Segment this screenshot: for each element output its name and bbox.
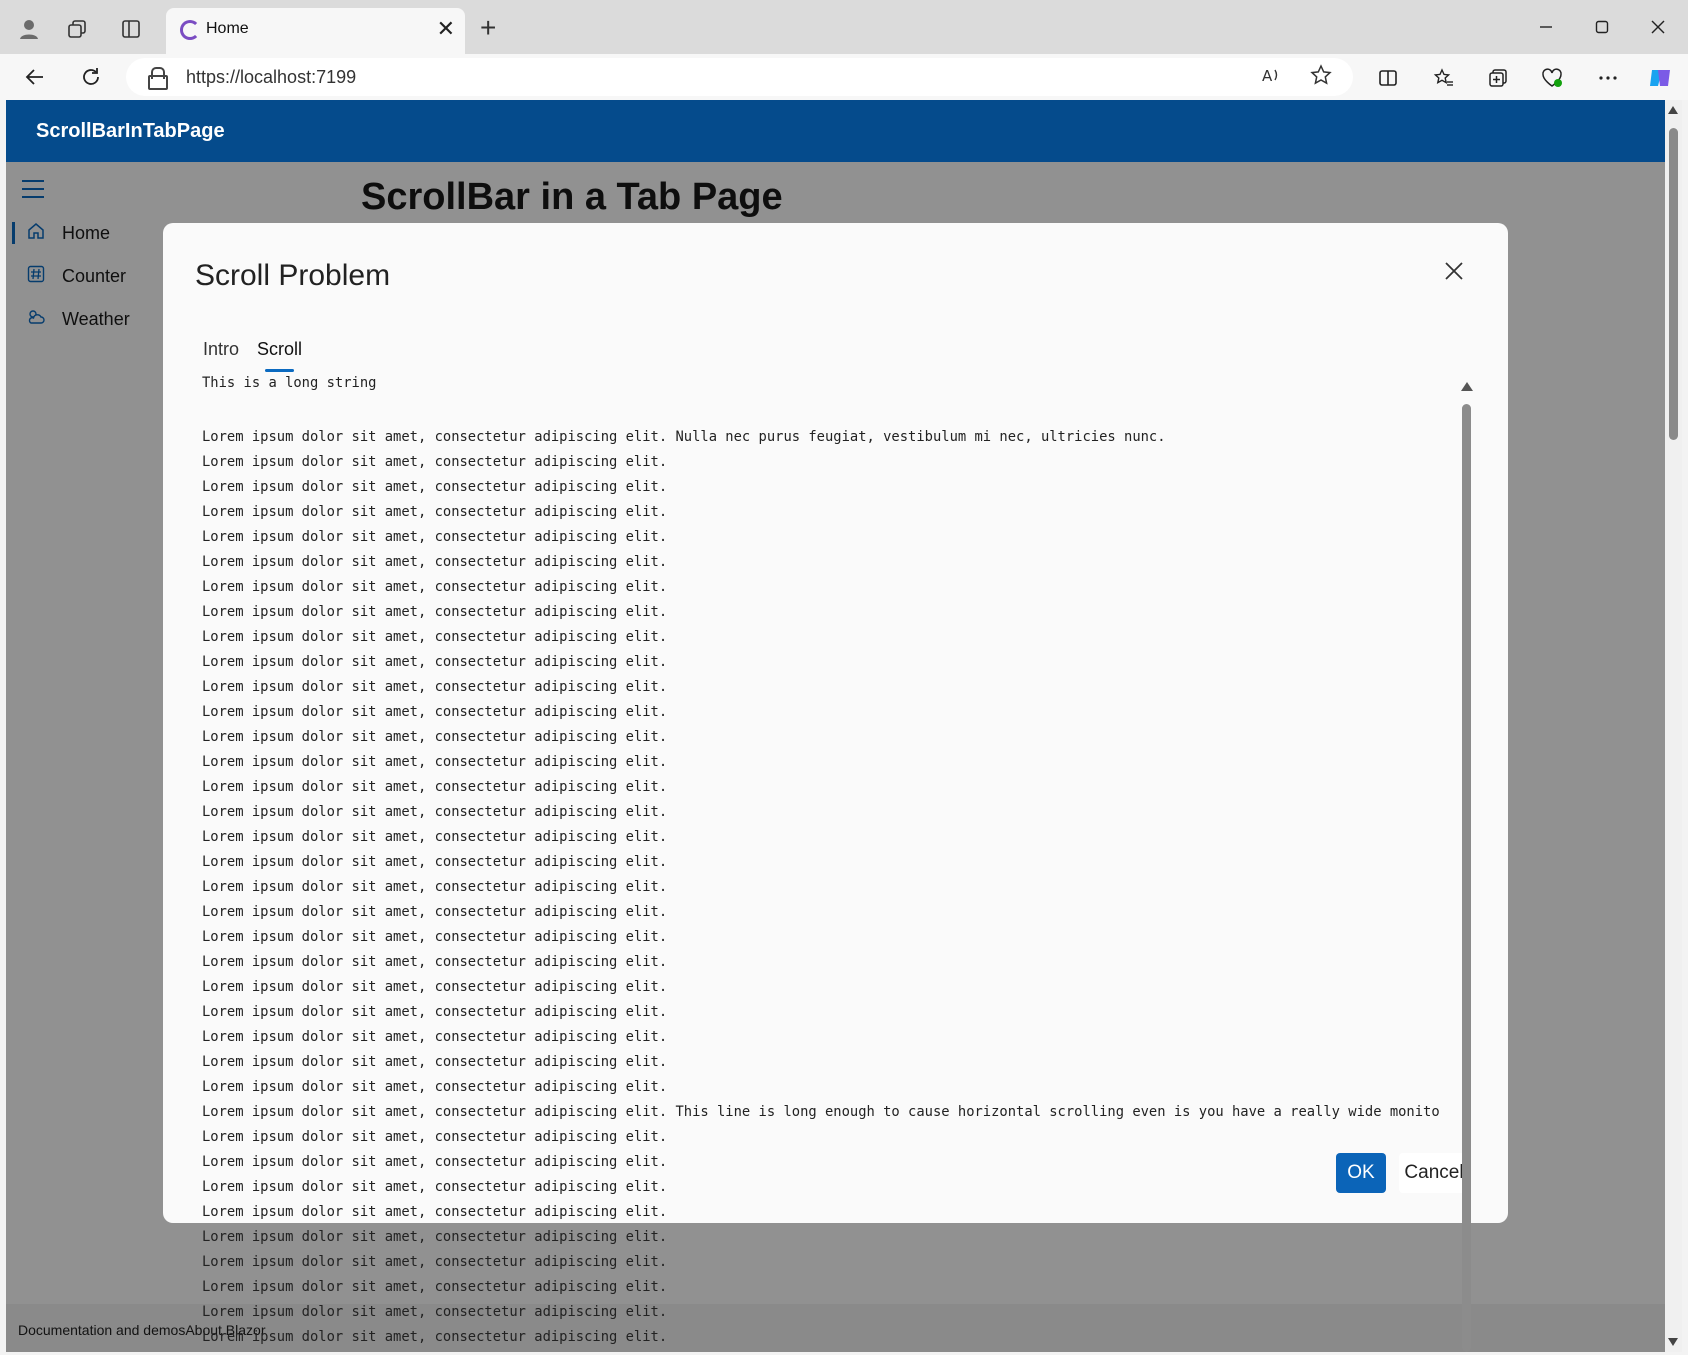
scroll-down-arrow-icon[interactable] bbox=[1668, 1338, 1678, 1346]
content-line: Lorem ipsum dolor sit amet, consectetur … bbox=[202, 429, 1166, 445]
content-line: Lorem ipsum dolor sit amet, consectetur … bbox=[202, 529, 668, 545]
content-line: Lorem ipsum dolor sit amet, consectetur … bbox=[202, 629, 668, 645]
tab-scroll[interactable]: Scroll bbox=[257, 339, 302, 372]
content-line: Lorem ipsum dolor sit amet, consectetur … bbox=[202, 1129, 668, 1145]
content-line: Lorem ipsum dolor sit amet, consectetur … bbox=[202, 1254, 668, 1270]
content-line: Lorem ipsum dolor sit amet, consectetur … bbox=[202, 654, 668, 670]
svg-text:A: A bbox=[1262, 67, 1273, 85]
content-line: Lorem ipsum dolor sit amet, consectetur … bbox=[202, 829, 668, 845]
content-line: Lorem ipsum dolor sit amet, consectetur … bbox=[202, 1054, 668, 1070]
favorites-icon[interactable] bbox=[1428, 62, 1460, 94]
content-line: Lorem ipsum dolor sit amet, consectetur … bbox=[202, 504, 668, 520]
content-line: Lorem ipsum dolor sit amet, consectetur … bbox=[202, 1179, 668, 1195]
page-scrollbar[interactable] bbox=[1665, 100, 1682, 1352]
vertical-tabs-icon[interactable] bbox=[116, 14, 146, 44]
more-options-icon[interactable] bbox=[1592, 62, 1624, 94]
page-scrollbar-thumb[interactable] bbox=[1669, 128, 1678, 440]
window-close-icon[interactable] bbox=[1640, 10, 1676, 44]
content-line: Lorem ipsum dolor sit amet, consectetur … bbox=[202, 954, 668, 970]
content-line: Lorem ipsum dolor sit amet, consectetur … bbox=[202, 854, 668, 870]
blazor-favicon-icon bbox=[180, 20, 200, 40]
content-line: Lorem ipsum dolor sit amet, consectetur … bbox=[202, 1079, 668, 1095]
back-icon[interactable] bbox=[18, 60, 52, 94]
minimize-icon[interactable] bbox=[1528, 10, 1564, 44]
scroll-up-arrow-icon[interactable] bbox=[1668, 106, 1678, 114]
content-line: Lorem ipsum dolor sit amet, consectetur … bbox=[202, 479, 668, 495]
content-line: Lorem ipsum dolor sit amet, consectetur … bbox=[202, 879, 668, 895]
content-line: Lorem ipsum dolor sit amet, consectetur … bbox=[202, 1104, 1440, 1120]
content-line: Lorem ipsum dolor sit amet, consectetur … bbox=[202, 1154, 668, 1170]
content-line: Lorem ipsum dolor sit amet, consectetur … bbox=[202, 1229, 668, 1245]
content-line: Lorem ipsum dolor sit amet, consectetur … bbox=[202, 1204, 668, 1220]
content-line: Lorem ipsum dolor sit amet, consectetur … bbox=[202, 979, 668, 995]
tab-intro[interactable]: Intro bbox=[203, 339, 239, 360]
profile-icon[interactable] bbox=[14, 14, 44, 44]
scroll-up-arrow-icon[interactable] bbox=[1461, 382, 1473, 391]
dialog-title: Scroll Problem bbox=[195, 259, 391, 292]
content-line: Lorem ipsum dolor sit amet, consectetur … bbox=[202, 454, 668, 470]
content-line: Lorem ipsum dolor sit amet, consectetur … bbox=[202, 754, 668, 770]
app-top-bar: ScrollBarInTabPage bbox=[6, 100, 1665, 162]
content-line: Lorem ipsum dolor sit amet, consectetur … bbox=[202, 579, 668, 595]
favorite-star-icon[interactable] bbox=[1310, 64, 1332, 92]
content-intro: This is a long string bbox=[202, 375, 377, 391]
content-line: Lorem ipsum dolor sit amet, consectetur … bbox=[202, 779, 668, 795]
content-scrollbar[interactable] bbox=[1460, 380, 1474, 1352]
maximize-icon[interactable] bbox=[1584, 10, 1620, 44]
refresh-icon[interactable] bbox=[74, 60, 108, 94]
tab-close-icon[interactable]: ✕ bbox=[437, 16, 455, 42]
dialog-close-icon[interactable] bbox=[1444, 257, 1464, 287]
content-line: Lorem ipsum dolor sit amet, consectetur … bbox=[202, 1304, 668, 1320]
copilot-icon[interactable] bbox=[1644, 62, 1676, 94]
scroll-tab-content[interactable]: This is a long string Lorem ipsum dolor … bbox=[202, 375, 1452, 1355]
content-line: Lorem ipsum dolor sit amet, consectetur … bbox=[202, 804, 668, 820]
content-line: Lorem ipsum dolor sit amet, consectetur … bbox=[202, 1004, 668, 1020]
content-line: Lorem ipsum dolor sit amet, consectetur … bbox=[202, 554, 668, 570]
browser-essentials-icon[interactable] bbox=[1536, 62, 1568, 94]
address-bar[interactable]: https://localhost:7199 A bbox=[126, 58, 1353, 96]
content-line: Lorem ipsum dolor sit amet, consectetur … bbox=[202, 1329, 668, 1345]
read-aloud-icon[interactable]: A bbox=[1260, 64, 1282, 92]
url-text[interactable]: https://localhost:7199 bbox=[186, 67, 356, 88]
app-brand[interactable]: ScrollBarInTabPage bbox=[36, 120, 225, 143]
tab-title: Home bbox=[206, 20, 249, 37]
content-lines: Lorem ipsum dolor sit amet, consectetur … bbox=[202, 425, 1440, 1350]
browser-title-bar: Home ✕ + bbox=[0, 0, 1688, 54]
split-screen-icon[interactable] bbox=[1372, 62, 1404, 94]
browser-tab-home[interactable]: Home ✕ bbox=[166, 8, 465, 54]
content-line: Lorem ipsum dolor sit amet, consectetur … bbox=[202, 904, 668, 920]
content-line: Lorem ipsum dolor sit amet, consectetur … bbox=[202, 604, 668, 620]
content-line: Lorem ipsum dolor sit amet, consectetur … bbox=[202, 679, 668, 695]
lock-icon[interactable] bbox=[148, 67, 168, 90]
content-scrollbar-thumb[interactable] bbox=[1462, 404, 1471, 1352]
new-tab-button[interactable]: + bbox=[480, 14, 496, 42]
content-line: Lorem ipsum dolor sit amet, consectetur … bbox=[202, 729, 668, 745]
collections-icon[interactable] bbox=[1482, 62, 1514, 94]
browser-toolbar: https://localhost:7199 A bbox=[0, 54, 1688, 100]
content-line: Lorem ipsum dolor sit amet, consectetur … bbox=[202, 1279, 668, 1295]
content-line: Lorem ipsum dolor sit amet, consectetur … bbox=[202, 704, 668, 720]
workspaces-icon[interactable] bbox=[62, 14, 92, 44]
content-line: Lorem ipsum dolor sit amet, consectetur … bbox=[202, 929, 668, 945]
content-line: Lorem ipsum dolor sit amet, consectetur … bbox=[202, 1029, 668, 1045]
